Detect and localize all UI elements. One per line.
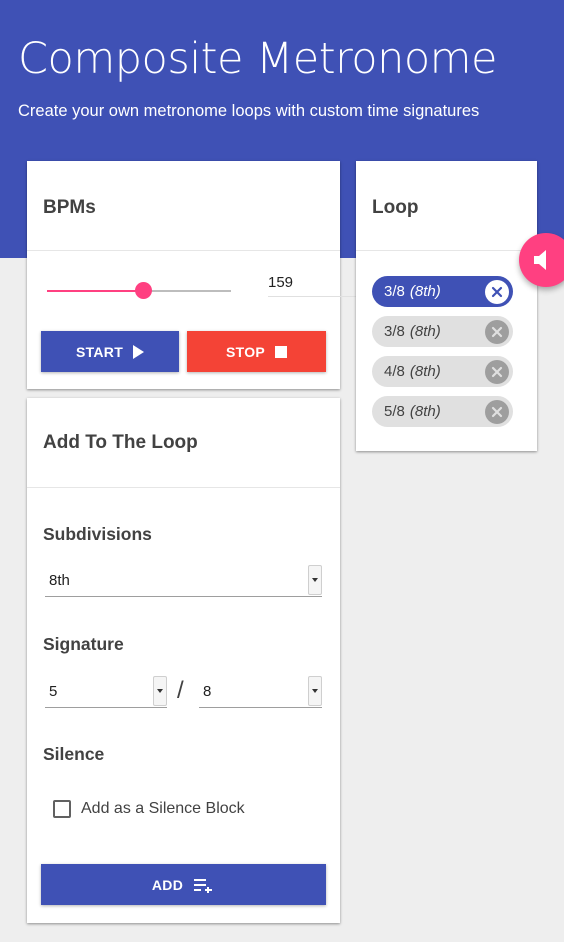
subdivisions-value: 8th xyxy=(49,572,70,589)
signature-bottom-value: 8 xyxy=(203,683,212,700)
signature-label: Signature xyxy=(43,634,124,654)
loop-chip[interactable]: 3/8 (8th) xyxy=(372,316,513,347)
subdivisions-select[interactable]: 8th xyxy=(45,564,322,597)
bpm-slider-thumb[interactable] xyxy=(134,282,152,299)
loop-chip-subdivision: (8th) xyxy=(409,323,441,340)
bpm-card-divider xyxy=(27,250,340,251)
chevron-down-icon xyxy=(308,565,322,595)
stop-icon xyxy=(275,345,288,358)
add-to-loop-card: Add To The Loop Subdivisions 8th Signatu… xyxy=(27,398,340,923)
silence-label: Silence xyxy=(43,744,105,764)
loop-chip-signature: 5/8 xyxy=(384,403,405,420)
loop-chip[interactable]: 4/8 (8th) xyxy=(372,356,513,387)
add-button-label: ADD xyxy=(151,876,184,893)
loop-chip-subdivision: (8th) xyxy=(409,363,441,380)
loop-chip-subdivision: (8th) xyxy=(409,403,441,420)
page-subtitle: Create your own metronome loops with cus… xyxy=(18,102,480,120)
stop-button[interactable]: STOP xyxy=(187,331,326,372)
stop-button-label: STOP xyxy=(225,343,266,360)
signature-top-value: 5 xyxy=(49,683,58,700)
close-icon[interactable] xyxy=(485,320,509,344)
chevron-down-icon xyxy=(153,676,167,706)
bpm-card-title: BPMs xyxy=(43,197,96,218)
loop-chip-signature: 4/8 xyxy=(384,363,405,380)
subdivisions-label: Subdivisions xyxy=(43,524,152,544)
loop-card-divider xyxy=(356,250,537,251)
loop-chip-subdivision: (8th) xyxy=(409,283,441,300)
silence-checkbox-label[interactable]: Add as a Silence Block xyxy=(81,800,245,818)
add-card-divider xyxy=(27,487,340,488)
loop-card: Loop 3/8 (8th) 3/8 (8th) 4/8 (8th) 5/8 (… xyxy=(356,161,537,451)
playlist-add-icon xyxy=(194,878,213,893)
loop-chip-signature: 3/8 xyxy=(384,283,405,300)
signature-top-select[interactable]: 5 xyxy=(45,675,167,708)
start-button-label: START xyxy=(75,343,124,360)
loop-card-title: Loop xyxy=(372,197,419,218)
close-icon[interactable] xyxy=(485,360,509,384)
start-button[interactable]: START xyxy=(41,331,179,372)
volume-icon xyxy=(534,250,546,270)
bpm-slider[interactable] xyxy=(47,282,231,299)
add-card-title: Add To The Loop xyxy=(43,432,198,453)
page-title: Composite Metronome xyxy=(18,34,498,84)
loop-chip-signature: 3/8 xyxy=(384,323,405,340)
bpm-card: BPMs 159 START STOP xyxy=(27,161,368,389)
play-icon xyxy=(133,344,145,359)
bpm-slider-fill xyxy=(47,290,143,292)
chevron-down-icon xyxy=(308,676,322,706)
loop-chip[interactable]: 5/8 (8th) xyxy=(372,396,513,427)
bpm-input[interactable]: 159 xyxy=(268,269,368,297)
loop-chip[interactable]: 3/8 (8th) xyxy=(372,276,513,307)
close-icon[interactable] xyxy=(485,400,509,424)
signature-bottom-select[interactable]: 8 xyxy=(199,675,322,708)
add-button[interactable]: ADD xyxy=(41,864,326,905)
silence-checkbox[interactable] xyxy=(53,800,71,818)
sound-toggle-button[interactable] xyxy=(519,233,564,287)
close-icon[interactable] xyxy=(485,280,509,304)
signature-separator: / xyxy=(177,677,184,704)
